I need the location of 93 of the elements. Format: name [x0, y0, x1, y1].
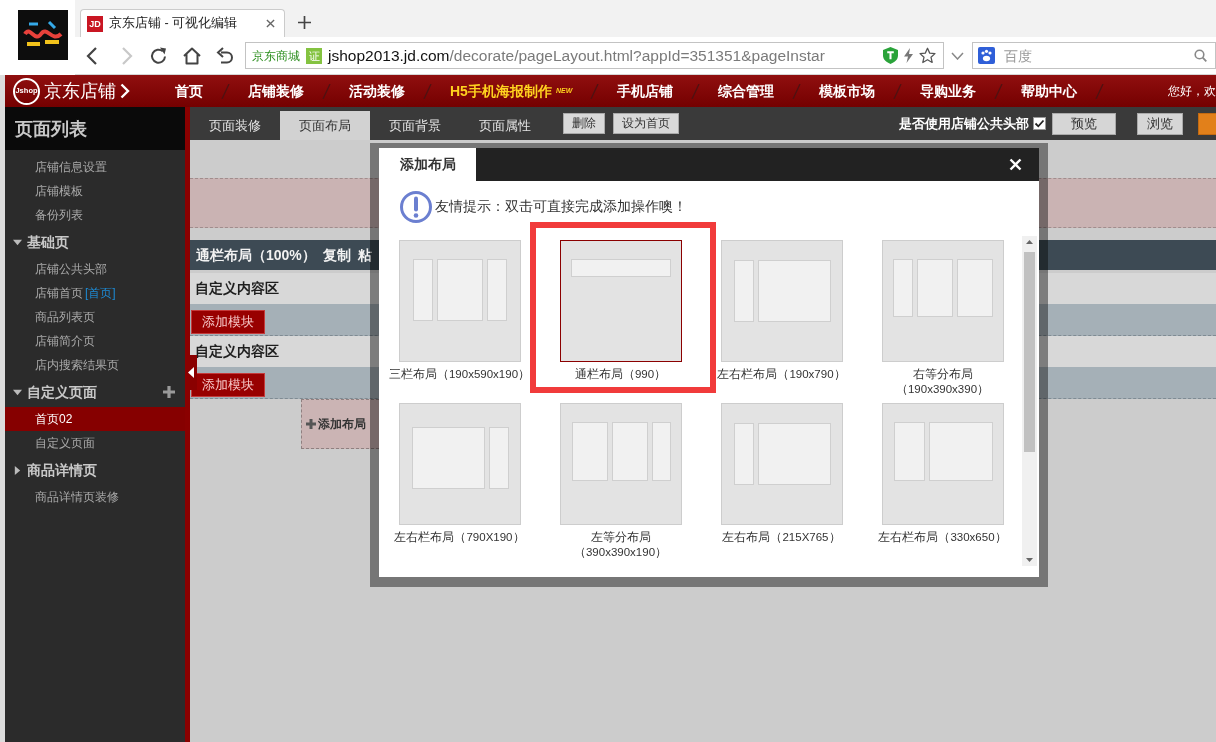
plus-icon [306, 419, 316, 429]
toolbar-button[interactable]: 设为首页 [613, 113, 679, 134]
toolbar-button[interactable]: 删除 [563, 113, 605, 134]
layout-caption: 通栏布局（990） [574, 367, 667, 382]
add-module-button[interactable]: 添加模块 [191, 373, 265, 397]
greeting-text: 您好，欢 [1168, 83, 1216, 100]
nav-link[interactable]: 综合管理 [700, 80, 793, 102]
toolbar-button[interactable] [1198, 112, 1216, 135]
certificate-badge: 证 [306, 47, 322, 64]
layout-action[interactable]: 粘 [357, 244, 372, 266]
toolbar-button[interactable]: 预览 [1052, 112, 1116, 135]
nav-link[interactable]: 模板市场 [801, 80, 894, 102]
layout-caption: 三栏布局（190x590x190） [388, 367, 531, 382]
paw-icon[interactable] [978, 47, 995, 64]
scroll-down-icon[interactable] [1026, 558, 1033, 562]
logo-text: 京东店铺 [44, 79, 116, 103]
nav-link[interactable]: 首页 [157, 80, 221, 102]
shield-icon[interactable] [883, 47, 898, 64]
layout-caption: 左等分布局（390x390x190） [572, 530, 669, 560]
caret-icon[interactable] [13, 237, 22, 247]
layout-preview-drawing[interactable] [559, 240, 682, 362]
home-icon[interactable] [182, 45, 202, 66]
address-bar[interactable]: 京东商城 证 jshop2013.jd.com/decorate/pageLayout.html?appId=351351&pageInstar [245, 42, 944, 69]
header-toggle-label: 是否使用店铺公共头部 [899, 114, 1029, 133]
sidebar-group[interactable]: 基础页 [13, 227, 69, 257]
app-icon[interactable] [18, 10, 68, 60]
layout-caption: 右等分布局（190x390x390） [894, 367, 991, 397]
slash-icon [994, 83, 1004, 99]
toolbar-tab[interactable]: 页面装修 [190, 111, 280, 140]
page-tag: [首页] [85, 284, 116, 302]
scrollbar[interactable] [1022, 236, 1037, 566]
slash-icon [423, 83, 432, 99]
browser-tab[interactable]: JD 京东店铺 - 可视化编辑 [80, 9, 285, 37]
add-module-button[interactable]: 添加模块 [191, 310, 265, 334]
dropdown-icon[interactable] [951, 51, 964, 60]
reload-icon[interactable] [149, 45, 169, 66]
slash-icon [221, 83, 230, 99]
dialog-tab[interactable]: 添加布局 [379, 148, 476, 181]
slash-icon [691, 83, 701, 99]
sidebar-item[interactable]: 店铺公共头部 [35, 257, 107, 281]
sidebar-item[interactable]: 自定义页面 [35, 431, 95, 455]
layout-title: 通栏布局（100%） [196, 245, 316, 265]
checkbox[interactable] [1033, 117, 1046, 130]
sidebar-item[interactable]: 店铺模板 [35, 179, 83, 203]
slash-icon [590, 83, 600, 99]
layout-caption: 左右布局（215X765） [722, 530, 841, 545]
scroll-up-icon[interactable] [1026, 240, 1033, 244]
sidebar-item[interactable]: 店铺简介页 [35, 329, 95, 353]
slash-icon [792, 83, 802, 99]
sidebar-item[interactable]: 店内搜索结果页 [35, 353, 119, 377]
chevron-icon [120, 83, 130, 99]
layout-action[interactable]: 复制 [322, 244, 351, 266]
sidebar-item[interactable]: 店铺信息设置 [35, 155, 107, 179]
caret-icon[interactable] [13, 465, 22, 475]
sidebar-item[interactable]: 备份列表 [35, 203, 83, 227]
nav-link[interactable]: 导购业务 [902, 80, 995, 102]
sidebar-item[interactable]: 商品列表页 [35, 305, 95, 329]
layout-caption: 左右栏布局（190x790） [717, 367, 846, 382]
scrollbar-thumb[interactable] [1024, 252, 1035, 452]
layout-caption: 左右栏布局（330x650） [878, 530, 1007, 545]
slash-icon [1095, 83, 1105, 99]
favicon: JD [87, 15, 103, 32]
undo-icon[interactable] [215, 45, 235, 66]
search-icon[interactable] [1194, 49, 1207, 62]
slash-icon [893, 83, 903, 99]
sidebar-group[interactable]: 商品详情页 [13, 455, 97, 485]
layout-caption: 左右栏布局（790X190） [394, 530, 525, 545]
search-field[interactable]: 百度 [972, 42, 1216, 69]
site-label: 京东商城 [252, 47, 300, 65]
sidebar-group[interactable]: 自定义页面 [13, 377, 185, 407]
sidebar-title: 页面列表 [5, 107, 185, 150]
toolbar-tab[interactable]: 页面背景 [370, 111, 460, 140]
nav-link[interactable]: 帮助中心 [1003, 80, 1096, 102]
slash-icon [322, 83, 331, 99]
collapse-handle[interactable] [185, 355, 197, 390]
nav-link[interactable]: 活动装修 [331, 80, 423, 102]
nav-link[interactable]: 手机店铺 [599, 80, 692, 102]
star-icon[interactable] [919, 47, 936, 64]
new-tab-icon[interactable] [298, 16, 311, 29]
toolbar-tab[interactable]: 页面布局 [280, 111, 370, 140]
info-icon [400, 190, 432, 223]
lightning-icon[interactable] [904, 48, 913, 63]
toolbar-tab[interactable]: 页面属性 [460, 111, 550, 140]
tab-title: 京东店铺 - 可视化编辑 [109, 15, 239, 33]
add-icon[interactable] [163, 386, 175, 398]
sidebar-item[interactable]: 首页02 [5, 407, 185, 431]
toolbar-button[interactable]: 浏览 [1137, 112, 1183, 135]
sidebar-item[interactable]: 店铺首页 [首页] [35, 281, 116, 305]
caret-icon[interactable] [13, 387, 22, 397]
sidebar-item[interactable]: 商品详情页装修 [35, 485, 119, 509]
nav-link[interactable]: 店铺装修 [230, 80, 322, 102]
hint-text: 友情提示：双击可直接完成添加操作噢！ [435, 197, 687, 216]
url-text: jshop2013.jd.com/decorate/pageLayout.html?appId=351351&pageInstar [328, 45, 825, 66]
